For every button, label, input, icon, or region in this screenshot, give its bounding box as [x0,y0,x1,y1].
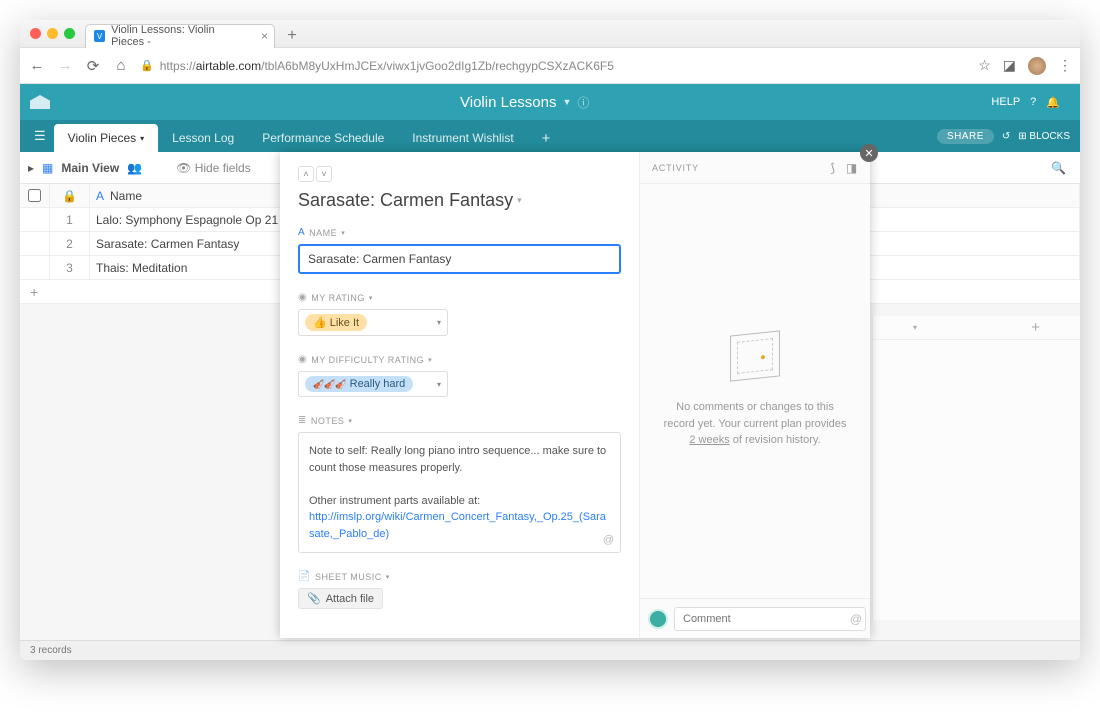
tab-close-icon[interactable]: × [261,29,268,43]
home-icon[interactable]: ⌂ [112,57,130,74]
lock-icon: 🔒 [140,59,154,72]
lock-column-icon: 🔒 [50,184,90,207]
activity-header: ACTIVITY [652,163,699,173]
notifications-icon[interactable]: 🔔 [1046,96,1060,109]
help-question-icon[interactable]: ? [1030,96,1036,108]
add-table-button[interactable]: + [528,124,565,152]
browser-menu-icon[interactable]: ⋮ [1058,57,1072,74]
window-titlebar: V Violin Lessons: Violin Pieces - × + [20,20,1080,48]
field-label-difficulty: MY DIFFICULTY RATING [311,355,424,365]
window-minimize-dot[interactable] [47,28,58,39]
grid-view-icon: ▦ [42,161,53,175]
mention-icon[interactable]: @ [850,612,862,626]
attach-file-button[interactable]: 📎 Attach file [298,588,383,609]
star-icon[interactable]: ☆ [978,57,991,74]
close-record-button[interactable]: ✕ [860,144,878,162]
table-bar: ☰ Violin Pieces▾ Lesson Log Performance … [20,120,1080,152]
tables-menu-icon[interactable]: ☰ [26,128,54,144]
collaborators-icon[interactable]: 👥 [127,161,142,175]
url-bar: ← → ⟳ ⌂ 🔒 https://airtable.com/tblA6bM8y… [20,48,1080,84]
window-close-dot[interactable] [30,28,41,39]
blocks-button[interactable]: ⊞ BLOCKS [1018,131,1070,142]
field-label-sheet-music: SHEET MUSIC [315,572,382,582]
empty-state-icon [730,331,780,382]
chevron-down-icon[interactable]: ▼ [562,97,571,107]
select-all-checkbox[interactable] [28,189,41,202]
notes-field[interactable]: Note to self: Really long piano intro se… [298,432,621,553]
expanded-record: ✕ ˄ ˅ Sarasate: Carmen Fantasy▾ ANAME▾ ◉… [280,152,870,638]
share-button[interactable]: SHARE [937,129,994,144]
table-tab-performance[interactable]: Performance Schedule [248,124,398,152]
favicon-icon: V [94,30,105,42]
forward-icon: → [56,57,74,74]
record-title: Sarasate: Carmen Fantasy▾ [298,190,621,211]
table-tab-violin-pieces[interactable]: Violin Pieces▾ [54,124,159,152]
address-field[interactable]: 🔒 https://airtable.com/tblA6bM8yUxHmJCEx… [140,59,968,73]
field-label-name: NAME [309,228,337,238]
rating-select[interactable]: 👍Like It ▾ [298,309,448,336]
profile-avatar-icon[interactable] [1028,57,1046,75]
prev-record-button[interactable]: ˄ [298,166,314,182]
base-name[interactable]: Violin Lessons [460,94,556,111]
help-link[interactable]: HELP [991,96,1020,108]
airtable-logo-icon[interactable] [30,95,50,109]
reload-icon[interactable]: ⟳ [84,57,102,75]
activity-empty-message: No comments or changes to this record ye… [660,399,850,449]
field-label-notes: NOTES [311,416,345,426]
expand-views-icon[interactable]: ▸ [28,161,34,175]
comment-avatar-icon [648,609,668,629]
notes-link[interactable]: http://imslp.org/wiki/Carmen_Concert_Fan… [309,511,606,540]
new-tab-button[interactable]: + [281,25,303,47]
help-icon[interactable]: ⓘ [577,94,589,111]
chevron-down-icon[interactable]: ▾ [517,195,522,206]
app-header: Violin Lessons ▼ ⓘ HELP ? 🔔 [20,84,1080,120]
add-field-button[interactable]: + [1031,319,1040,336]
back-icon[interactable]: ← [28,57,46,74]
browser-tab[interactable]: V Violin Lessons: Violin Pieces - × [85,24,275,48]
search-icon[interactable]: 🔍 [1051,161,1066,175]
hide-fields-button[interactable]: 👁 Hide fields [176,161,251,175]
next-record-button[interactable]: ˅ [316,166,332,182]
history-icon[interactable]: ↺ [1002,131,1010,142]
rss-icon[interactable]: ⟆ [830,161,835,175]
table-tab-lesson-log[interactable]: Lesson Log [158,124,248,152]
window-zoom-dot[interactable] [64,28,75,39]
mention-icon[interactable]: @ [603,532,614,549]
table-tab-wishlist[interactable]: Instrument Wishlist [398,124,527,152]
collapse-icon[interactable]: ◨ [846,161,858,175]
chevron-down-icon[interactable]: ▾ [913,323,917,332]
difficulty-select[interactable]: 🎻🎻🎻Really hard ▾ [298,371,448,397]
tab-title: Violin Lessons: Violin Pieces - [111,24,246,48]
revision-history-link[interactable]: 2 weeks [689,434,729,446]
comment-input[interactable] [674,607,866,631]
grid-footer: 3 records [20,640,1080,660]
extension-icon[interactable]: ◪ [1003,57,1016,74]
name-field[interactable] [298,244,621,274]
view-name[interactable]: Main View [61,161,119,175]
field-label-rating: MY RATING [311,293,365,303]
